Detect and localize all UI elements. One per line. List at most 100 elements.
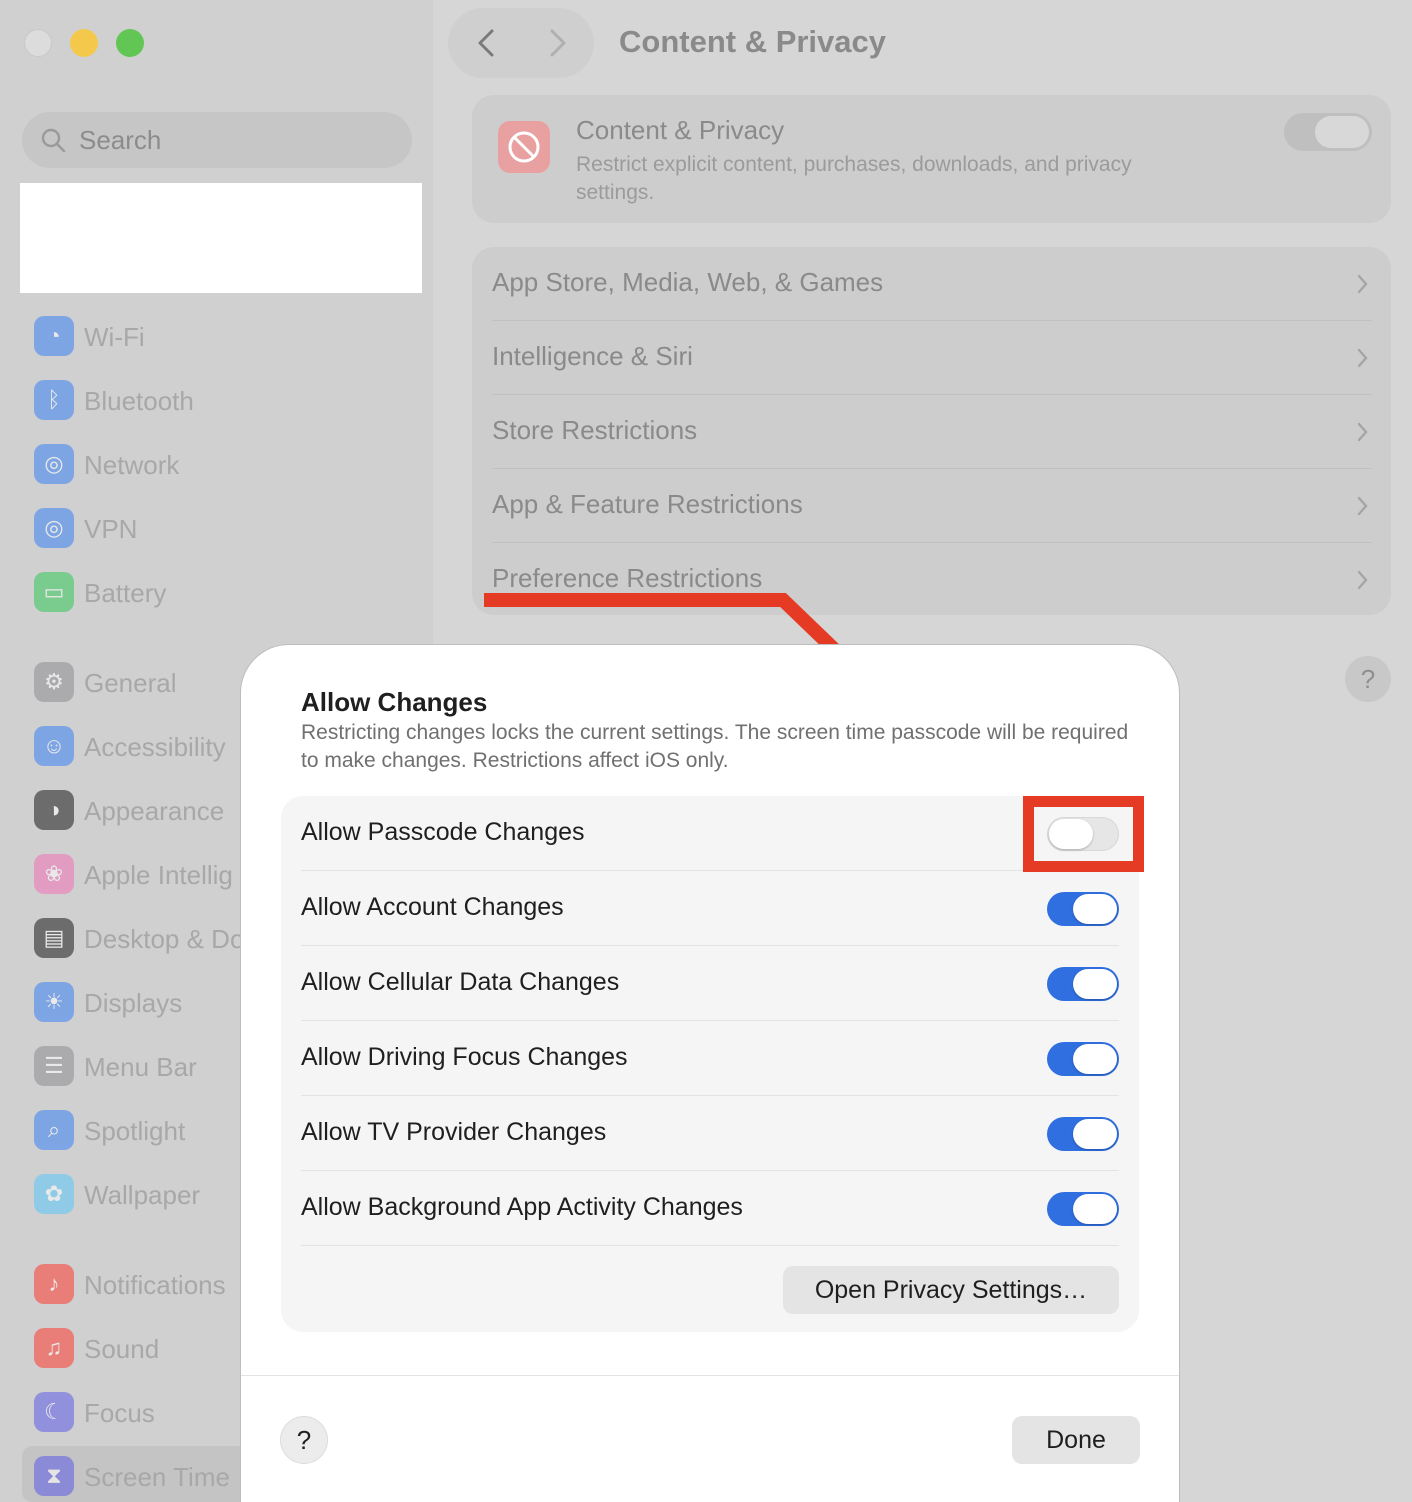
sidebar-item-label: VPN — [84, 514, 138, 544]
dialog-divider — [241, 1375, 1179, 1376]
sidebar-item-label: Bluetooth — [84, 386, 194, 416]
toggle-knob — [1073, 1119, 1117, 1149]
sidebar-item-bluetooth[interactable]: ᛒ Bluetooth — [32, 378, 422, 424]
close-window-button[interactable] — [24, 29, 52, 57]
sidebar-item-label: Wi-Fi — [84, 322, 145, 352]
content-privacy-card: Content & Privacy Restrict explicit cont… — [472, 95, 1391, 223]
sidebar-item-label: Apple Intellig — [84, 860, 233, 890]
toggle-knob — [1073, 894, 1117, 924]
toggle-knob — [1315, 116, 1369, 148]
option-toggle[interactable] — [1047, 892, 1119, 926]
restriction-row[interactable]: App & Feature Restrictions — [492, 469, 1372, 543]
option-row: Allow Passcode Changes — [301, 796, 1119, 871]
flower-icon: ✿ — [34, 1174, 74, 1214]
sidebar-item-battery[interactable]: ▭ Battery — [32, 570, 422, 616]
battery-icon: ▭ — [34, 572, 74, 612]
search-input[interactable]: Search — [22, 112, 412, 168]
open-privacy-settings-button[interactable]: Open Privacy Settings… — [783, 1266, 1119, 1314]
option-label: Allow Passcode Changes — [301, 818, 585, 846]
restriction-label: App Store, Media, Web, & Games — [492, 267, 884, 297]
option-label: Allow Background App Activity Changes — [301, 1193, 743, 1221]
sidebar-item-label: Desktop & Do — [84, 924, 245, 954]
apple-intelligence-icon: ❀ — [34, 854, 74, 894]
toggle-knob — [1073, 1044, 1117, 1074]
sidebar-item-label: Screen Time — [84, 1462, 230, 1492]
restriction-row[interactable]: App Store, Media, Web, & Games — [492, 247, 1372, 321]
sidebar-item-vpn[interactable]: ◎ VPN — [32, 506, 422, 552]
sidebar-item-label: Appearance — [84, 796, 225, 826]
done-button[interactable]: Done — [1012, 1416, 1140, 1464]
option-toggle[interactable] — [1047, 1117, 1119, 1151]
option-toggle[interactable] — [1047, 967, 1119, 1001]
help-button[interactable]: ? — [1345, 656, 1391, 702]
option-label: Allow TV Provider Changes — [301, 1118, 607, 1146]
menu-bar-icon: ☰ — [34, 1046, 74, 1086]
toggle-knob — [1073, 969, 1117, 999]
option-row: Allow Background App Activity Changes — [301, 1171, 1119, 1246]
option-row: Allow TV Provider Changes — [301, 1096, 1119, 1171]
chevron-right-icon — [1357, 422, 1368, 442]
dialog-title: Allow Changes — [301, 687, 488, 717]
speaker-icon: ♫ — [34, 1328, 74, 1368]
restrictions-list: App Store, Media, Web, & Games Intelligen… — [472, 247, 1391, 615]
content-privacy-title: Content & Privacy — [576, 115, 785, 145]
option-label: Allow Driving Focus Changes — [301, 1043, 628, 1071]
content-privacy-description: Restrict explicit content, purchases, do… — [576, 153, 1132, 204]
sidebar-item-label: Focus — [84, 1398, 155, 1428]
option-toggle[interactable] — [1047, 1192, 1119, 1226]
account-profile-area[interactable] — [20, 183, 422, 293]
chevron-right-icon — [1357, 348, 1368, 368]
option-label: Allow Account Changes — [301, 893, 564, 921]
sidebar-item-network[interactable]: ◎ Network — [32, 442, 422, 488]
page-title: Content & Privacy — [619, 24, 887, 59]
restriction-label: Store Restrictions — [492, 415, 698, 445]
search-placeholder: Search — [79, 125, 162, 155]
chevron-right-icon — [1357, 570, 1368, 590]
hourglass-icon: ⧗ — [34, 1456, 74, 1496]
restriction-label: Preference Restrictions — [492, 563, 763, 593]
spotlight-search-icon: ⌕ — [34, 1110, 74, 1150]
toggle-knob — [1073, 1194, 1117, 1224]
navigation-buttons — [448, 8, 594, 78]
option-label: Allow Cellular Data Changes — [301, 968, 620, 996]
sidebar-item-label: Network — [84, 450, 180, 480]
zoom-window-button[interactable] — [116, 29, 144, 57]
restriction-row[interactable]: Intelligence & Siri — [492, 321, 1372, 395]
sidebar-item-label: Spotlight — [84, 1116, 186, 1146]
sidebar-item-wi-fi[interactable]: ◔ Wi-Fi — [32, 314, 422, 360]
search-icon — [41, 128, 66, 153]
desktop-icon: ▤ — [34, 918, 74, 958]
option-row: Allow Driving Focus Changes — [301, 1021, 1119, 1096]
annotation-highlight-box — [1023, 796, 1144, 872]
sidebar-item-label: Displays — [84, 988, 183, 1018]
sidebar-item-label: Sound — [84, 1334, 160, 1364]
option-toggle[interactable] — [1047, 1042, 1119, 1076]
dialog-description: Restricting changes locks the current se… — [301, 721, 1129, 772]
sun-icon: ☀ — [34, 982, 74, 1022]
forward-chevron-icon[interactable] — [540, 26, 574, 60]
accessibility-icon: ☺ — [34, 726, 74, 766]
chevron-right-icon — [1357, 274, 1368, 294]
restriction-row[interactable]: Store Restrictions — [492, 395, 1372, 469]
option-row: Allow Cellular Data Changes — [301, 946, 1119, 1021]
back-chevron-icon[interactable] — [470, 26, 504, 60]
restriction-row[interactable]: Preference Restrictions — [492, 543, 1372, 617]
sidebar-item-label: Battery — [84, 578, 167, 608]
gear-icon: ⚙ — [34, 662, 74, 702]
restricted-icon — [498, 121, 550, 173]
sidebar-item-label: Accessibility — [84, 732, 226, 762]
allow-changes-dialog: Allow Changes Restricting changes locks … — [241, 645, 1179, 1502]
sidebar-item-label: Notifications — [84, 1270, 226, 1300]
restriction-label: Intelligence & Siri — [492, 341, 693, 371]
chevron-right-icon — [1357, 496, 1368, 516]
content-privacy-toggle[interactable] — [1284, 113, 1372, 151]
bell-icon: ♪ — [34, 1264, 74, 1304]
globe-icon: ◎ — [34, 444, 74, 484]
dialog-help-button[interactable]: ? — [281, 1417, 327, 1463]
allow-changes-options: Allow Passcode Changes Allow Account Chan… — [281, 796, 1139, 1332]
minimize-window-button[interactable] — [70, 29, 98, 57]
sidebar-item-label: Wallpaper — [84, 1180, 201, 1210]
sidebar-item-label: General — [84, 668, 177, 698]
moon-icon: ☾ — [34, 1392, 74, 1432]
bluetooth-icon: ᛒ — [34, 380, 74, 420]
